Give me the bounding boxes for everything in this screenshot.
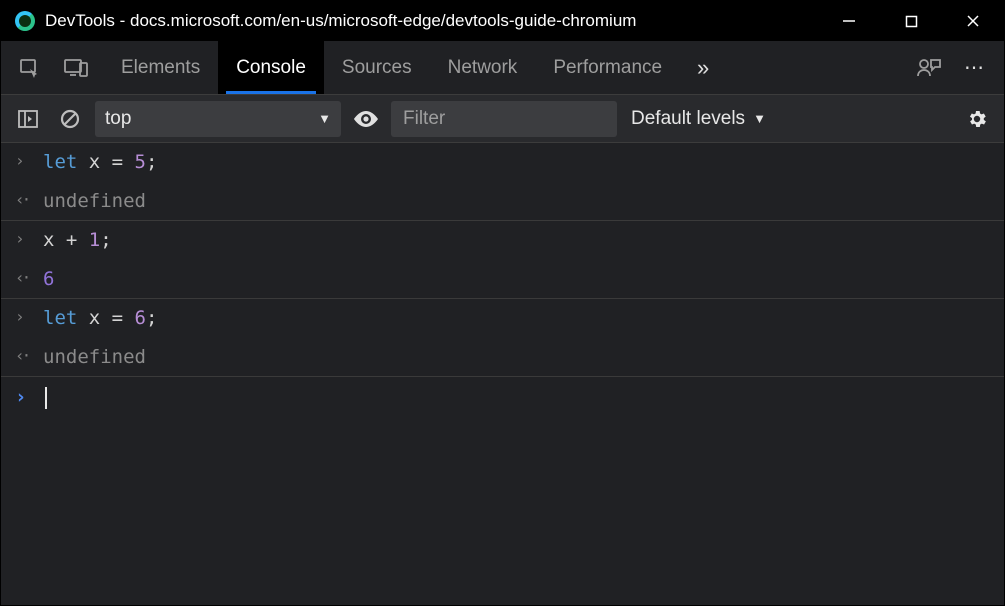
- output-marker-icon: ‹·: [15, 188, 33, 212]
- chevron-down-icon: ▼: [318, 111, 331, 126]
- tab-performance[interactable]: Performance: [535, 41, 680, 94]
- toggle-device-icon[interactable]: [53, 41, 99, 94]
- tab-label: Sources: [342, 57, 412, 79]
- tab-elements[interactable]: Elements: [103, 41, 218, 94]
- input-marker-icon: ›: [15, 305, 33, 329]
- more-options-icon[interactable]: ⋯: [952, 41, 998, 94]
- tab-sources[interactable]: Sources: [324, 41, 430, 94]
- tab-label: Network: [448, 57, 518, 79]
- tab-list: Elements Console Sources Network Perform…: [103, 41, 680, 94]
- close-button[interactable]: [942, 1, 1004, 41]
- tab-console[interactable]: Console: [218, 41, 324, 94]
- maximize-button[interactable]: [880, 1, 942, 41]
- console-entry: ›let x = 6;: [1, 299, 1004, 338]
- more-tabs-icon[interactable]: »: [680, 41, 726, 94]
- console-output[interactable]: ›let x = 5;‹·undefined›x + 1;‹·6›let x =…: [1, 143, 1004, 605]
- console-prompt[interactable]: ›: [1, 377, 1004, 418]
- console-settings-icon[interactable]: [960, 102, 994, 136]
- tab-label: Performance: [553, 57, 662, 79]
- log-levels-label: Default levels: [631, 108, 745, 130]
- tab-label: Elements: [121, 57, 200, 79]
- output-marker-icon: ‹·: [15, 344, 33, 368]
- output-marker-icon: ‹·: [15, 266, 33, 290]
- devtools-tabbar: Elements Console Sources Network Perform…: [1, 41, 1004, 95]
- chevron-down-icon: ▼: [753, 111, 766, 126]
- context-select-value: top: [105, 108, 131, 130]
- toggle-sidebar-icon[interactable]: [11, 102, 45, 136]
- console-entry: ›let x = 5;: [1, 143, 1004, 182]
- filter-placeholder: Filter: [403, 108, 445, 130]
- feedback-icon[interactable]: [906, 41, 952, 94]
- app-icon: [15, 11, 35, 31]
- console-toolbar: top ▼ Filter Default levels ▼: [1, 95, 1004, 143]
- console-entry: ‹·undefined: [1, 338, 1004, 377]
- input-marker-icon: ›: [15, 149, 33, 173]
- prompt-marker-icon: ›: [15, 383, 26, 412]
- window-title: DevTools - docs.microsoft.com/en-us/micr…: [45, 11, 636, 31]
- text-cursor: [45, 387, 47, 409]
- window-controls: [818, 1, 1004, 41]
- tab-network[interactable]: Network: [430, 41, 536, 94]
- console-entry: ‹·undefined: [1, 182, 1004, 221]
- context-select[interactable]: top ▼: [95, 101, 341, 137]
- console-entry: ‹·6: [1, 260, 1004, 299]
- inspect-element-icon[interactable]: [7, 41, 53, 94]
- input-marker-icon: ›: [15, 227, 33, 251]
- minimize-button[interactable]: [818, 1, 880, 41]
- tab-label: Console: [236, 57, 306, 79]
- title-bar: DevTools - docs.microsoft.com/en-us/micr…: [1, 1, 1004, 41]
- live-expression-icon[interactable]: [349, 102, 383, 136]
- clear-console-icon[interactable]: [53, 102, 87, 136]
- filter-input[interactable]: Filter: [391, 101, 617, 137]
- console-entry: ›x + 1;: [1, 221, 1004, 260]
- log-levels-select[interactable]: Default levels ▼: [631, 108, 766, 130]
